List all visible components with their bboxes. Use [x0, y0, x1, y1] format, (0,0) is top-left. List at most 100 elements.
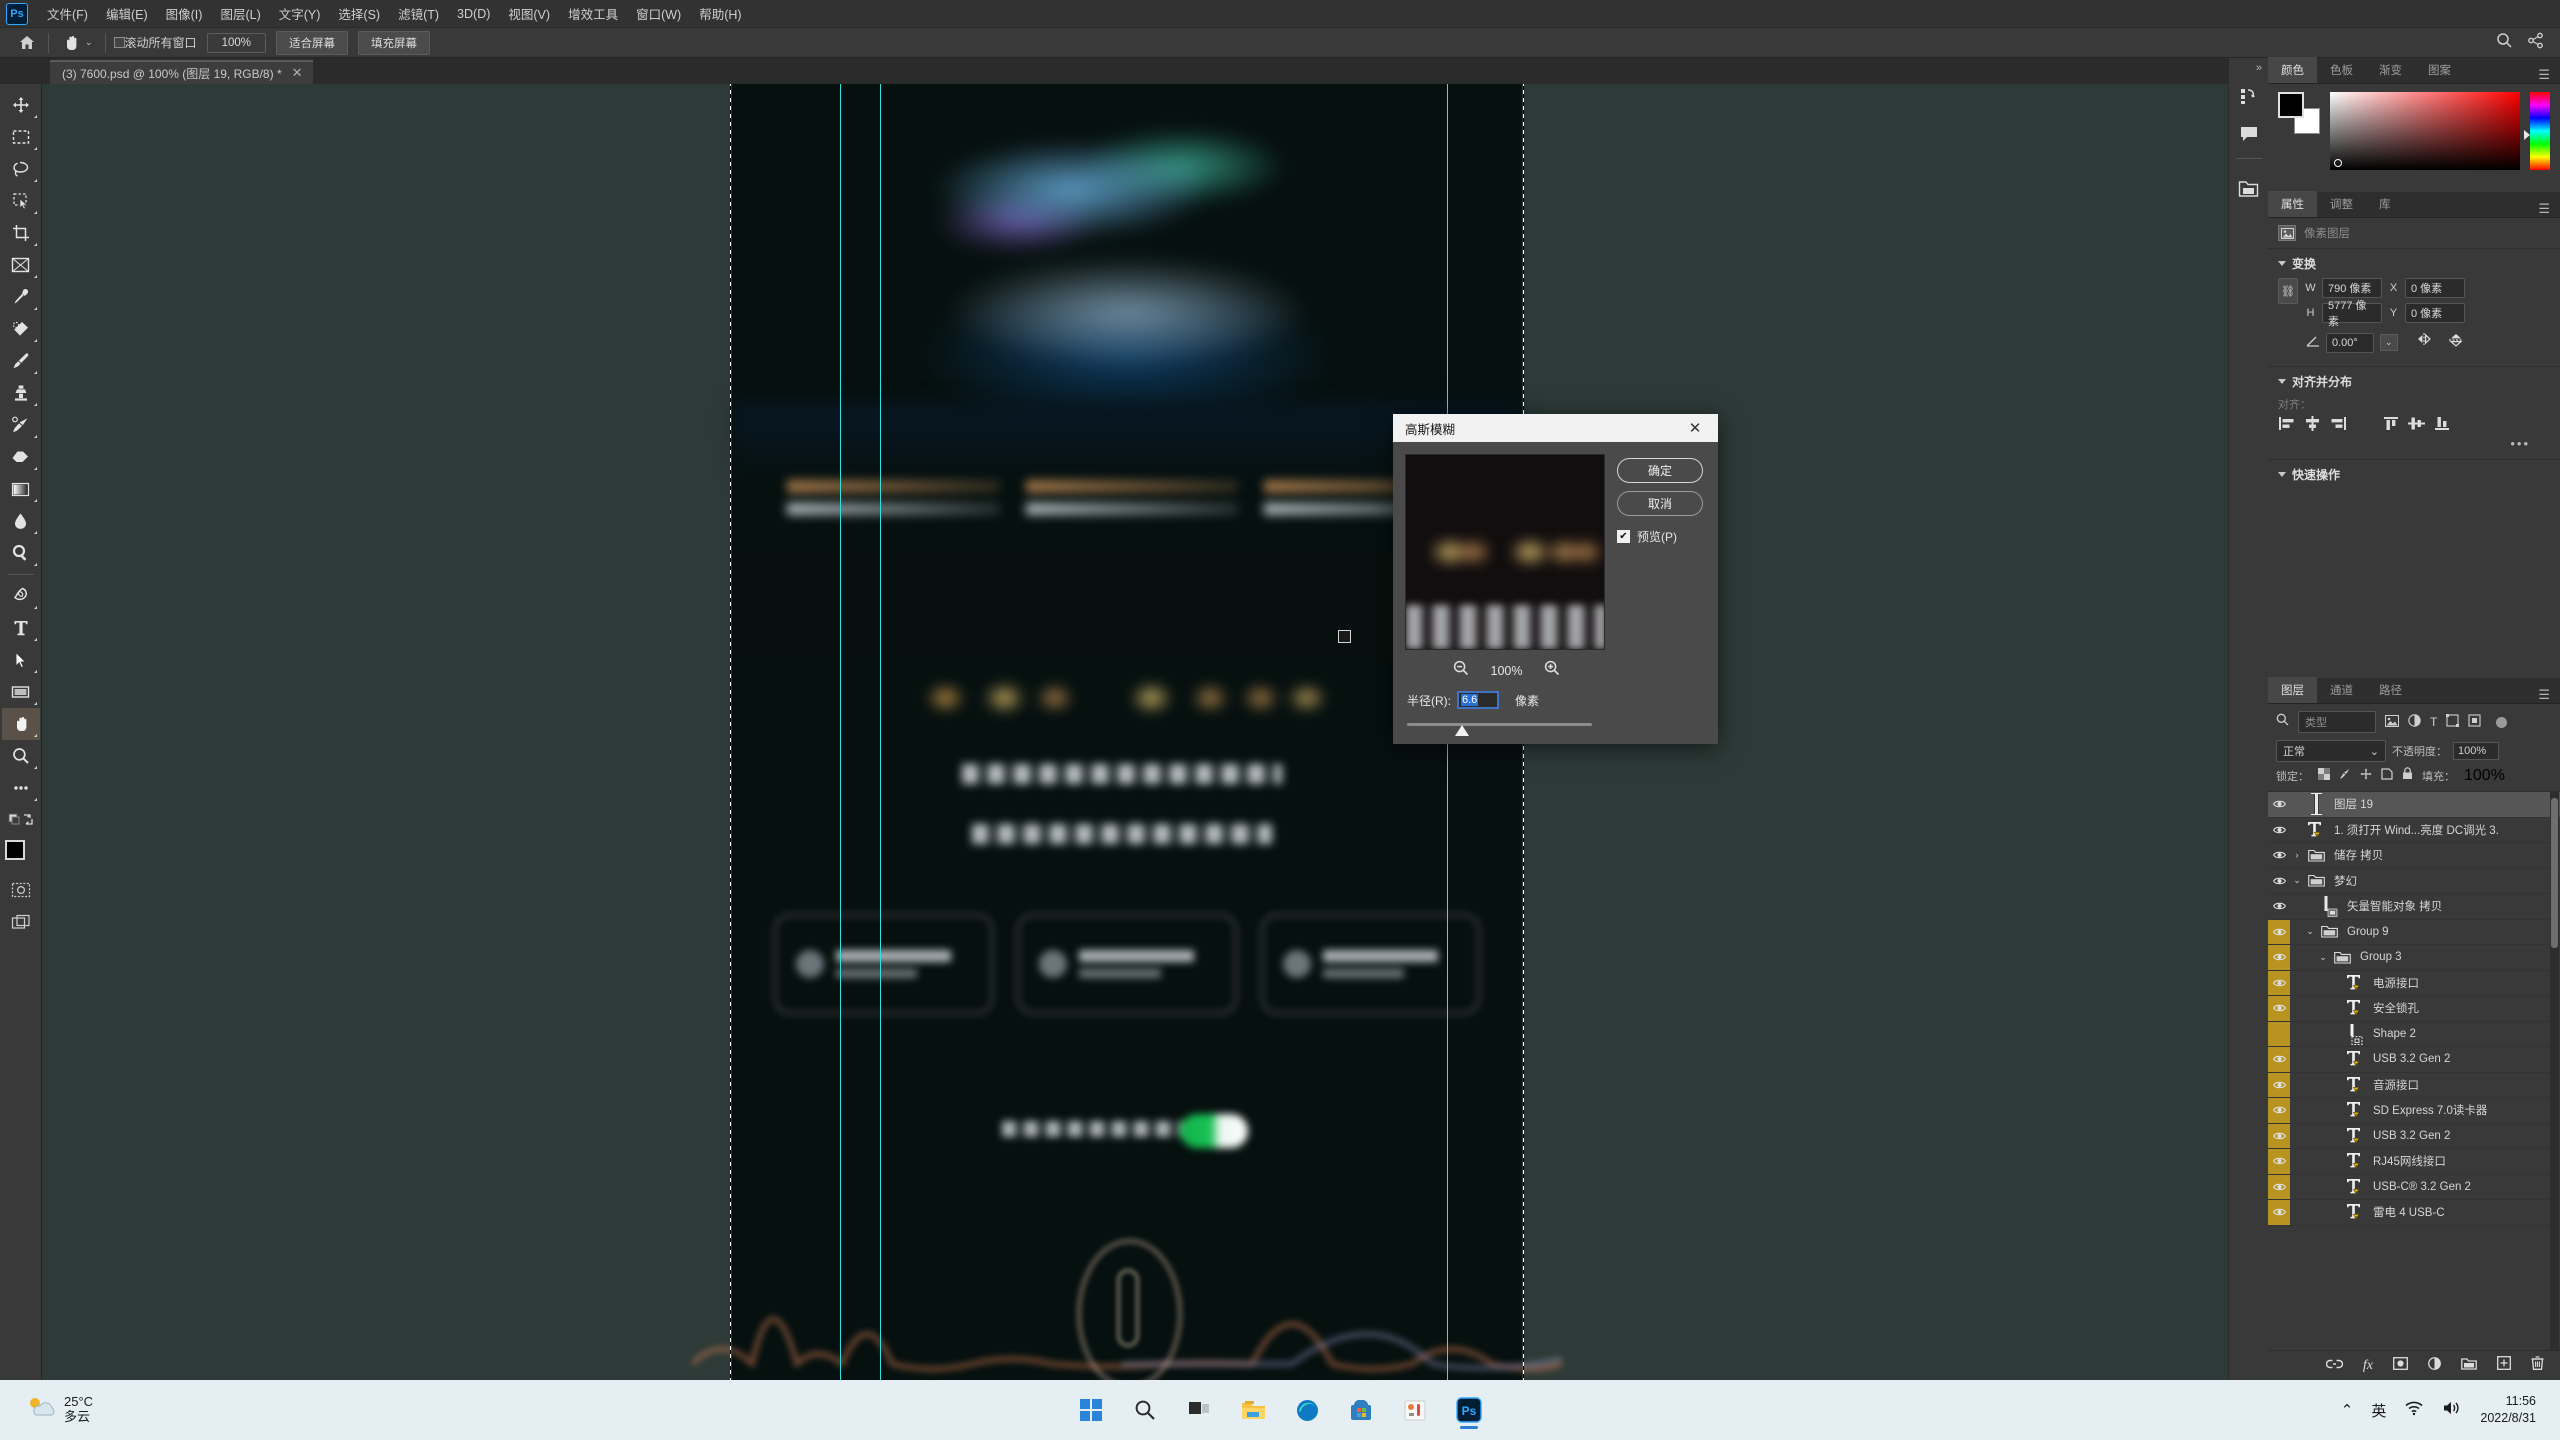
eraser-tool[interactable] — [2, 441, 40, 473]
layer-visibility-toggle[interactable] — [2268, 1072, 2290, 1097]
edit-toolbar-tool[interactable] — [2, 772, 40, 804]
home-button[interactable] — [14, 32, 40, 54]
clone-stamp-tool[interactable] — [2, 377, 40, 409]
edge-button[interactable] — [1287, 1390, 1327, 1430]
menu-file[interactable]: 文件(F) — [38, 0, 97, 27]
color-swatches[interactable] — [3, 840, 39, 874]
foreground-color-swatch[interactable] — [4, 840, 25, 860]
clock-widget[interactable]: 11:56 2022/8/31 — [2480, 1393, 2536, 1427]
quick-actions-title[interactable]: 快速操作 — [2278, 466, 2550, 483]
layer-style-icon[interactable]: fx — [2363, 1358, 2373, 1374]
layer-visibility-toggle[interactable] — [2268, 792, 2290, 817]
menu-window[interactable]: 窗口(W) — [627, 0, 690, 27]
layers-scrollbar[interactable] — [2550, 792, 2559, 1380]
lock-transparent-pixels-icon[interactable] — [2318, 767, 2330, 785]
rectangle-tool[interactable] — [2, 676, 40, 708]
dialog-title-bar[interactable]: 高斯模糊 ✕ — [1393, 414, 1718, 442]
align-more-options[interactable]: ••• — [2278, 436, 2550, 451]
menu-plugins[interactable]: 增效工具 — [559, 0, 627, 27]
tab-properties-属性[interactable]: 属性 — [2268, 191, 2317, 217]
radius-slider-knob[interactable] — [1455, 725, 1469, 736]
hand-tool[interactable] — [1, 708, 40, 740]
angle-field[interactable]: 0.00° — [2326, 332, 2374, 353]
layer-mask-icon[interactable] — [2393, 1356, 2408, 1375]
radius-slider[interactable] — [1407, 721, 1704, 741]
flip-horizontal-icon[interactable] — [2416, 332, 2434, 353]
link-dimensions-button[interactable]: ⛓ — [2278, 278, 2298, 304]
transform-section-title[interactable]: 变换 — [2278, 255, 2550, 272]
height-field[interactable]: 5777 像素 — [2322, 300, 2382, 328]
adjustment-filter-icon[interactable] — [2408, 714, 2421, 730]
libraries-icon[interactable] — [2233, 173, 2265, 205]
tab-color-颜色[interactable]: 颜色 — [2268, 57, 2317, 83]
y-field[interactable]: 0 像素 — [2405, 303, 2465, 323]
menu-help[interactable]: 帮助(H) — [690, 0, 750, 27]
align-bottom-icon[interactable] — [2434, 416, 2450, 436]
layer-visibility-toggle[interactable] — [2268, 869, 2290, 894]
lock-position-icon[interactable] — [2360, 767, 2372, 785]
layer-visibility-toggle[interactable] — [2268, 1123, 2290, 1148]
store-button[interactable] — [1341, 1390, 1381, 1430]
eyedropper-tool[interactable] — [2, 281, 40, 313]
align-section-title[interactable]: 对齐并分布 — [2278, 373, 2550, 390]
layer-visibility-toggle[interactable] — [2268, 1098, 2290, 1123]
crop-tool[interactable] — [2, 217, 40, 249]
align-left-icon[interactable] — [2278, 416, 2295, 436]
layer-row[interactable]: › 储存 拷贝 — [2268, 843, 2560, 869]
color-spectrum-field[interactable] — [2330, 92, 2520, 170]
close-icon[interactable]: ✕ — [1678, 414, 1712, 442]
task-view-button[interactable] — [1179, 1390, 1219, 1430]
properties-panel-menu-icon[interactable]: ☰ — [2538, 201, 2560, 217]
start-button[interactable] — [1071, 1390, 1111, 1430]
current-tool-hand-icon[interactable]: ⌄ — [57, 33, 97, 53]
color-panel[interactable] — [2268, 84, 2560, 192]
tab-color-色板[interactable]: 色板 — [2317, 57, 2366, 83]
zoom-in-icon[interactable] — [1544, 660, 1560, 681]
menu-type[interactable]: 文字(Y) — [270, 0, 330, 27]
layer-row[interactable]: 电源接口 — [2268, 970, 2560, 996]
menu-view[interactable]: 视图(V) — [499, 0, 559, 27]
menu-filter[interactable]: 滤镜(T) — [389, 0, 448, 27]
flip-vertical-icon[interactable] — [2448, 332, 2464, 353]
lock-artboard-icon[interactable] — [2381, 767, 2393, 785]
layer-row[interactable]: 安全锁孔 — [2268, 996, 2560, 1022]
search-button[interactable] — [1125, 1390, 1165, 1430]
layer-visibility-toggle[interactable] — [2268, 843, 2290, 868]
zoom-out-icon[interactable] — [1453, 660, 1469, 681]
zoom-tool[interactable] — [2, 740, 40, 772]
layer-visibility-toggle[interactable] — [2268, 919, 2290, 944]
preview-checkbox-row[interactable]: ✔ 预览(P) — [1617, 528, 1703, 545]
rectangular-marquee-tool[interactable] — [2, 121, 40, 153]
layer-row[interactable]: SD Express 7.0读卡器 — [2268, 1098, 2560, 1124]
fill-screen-button[interactable]: 填充屏幕 — [357, 30, 430, 55]
object-selection-tool[interactable] — [2, 185, 40, 217]
layer-visibility-toggle[interactable] — [2268, 945, 2290, 970]
layer-row[interactable]: 1. 须打开 Wind...亮度 DC调光 3. — [2268, 818, 2560, 843]
layer-visibility-toggle[interactable] — [2268, 818, 2290, 843]
smart-object-filter-icon[interactable] — [2468, 714, 2481, 730]
layer-visibility-toggle[interactable] — [2268, 1174, 2290, 1199]
ime-indicator[interactable]: 英 — [2371, 1400, 2386, 1421]
layer-visibility-toggle[interactable] — [2268, 1021, 2290, 1046]
layer-row[interactable]: 图层 19 — [2268, 792, 2560, 818]
screen-mode-icon[interactable] — [2, 906, 40, 938]
angle-dropdown-icon[interactable]: ⌄ — [2380, 334, 2398, 351]
weather-widget[interactable]: 25°C 多云 — [26, 1394, 93, 1426]
color-panel-menu-icon[interactable]: ☰ — [2538, 67, 2560, 83]
gradient-tool[interactable] — [2, 473, 40, 505]
shape-filter-icon[interactable] — [2446, 714, 2460, 730]
spot-healing-brush-tool[interactable] — [2, 313, 40, 345]
filter-toggle-icon[interactable] — [2496, 716, 2508, 728]
layer-list[interactable]: 图层 19 1. 须打开 Wind...亮度 DC调光 3. › 储存 拷贝 ⌄ 梦幻 矢量… — [2268, 792, 2560, 1380]
comment-icon[interactable] — [2233, 118, 2265, 150]
link-layers-icon[interactable] — [2325, 1357, 2344, 1375]
menu-select[interactable]: 选择(S) — [329, 0, 389, 27]
chevron-down-icon[interactable]: ⌄ — [2303, 926, 2317, 937]
layer-visibility-toggle[interactable] — [2268, 1149, 2290, 1174]
layer-row[interactable]: 音源接口 — [2268, 1072, 2560, 1098]
pixel-filter-icon[interactable] — [2385, 714, 2399, 730]
width-field[interactable]: 790 像素 — [2322, 278, 2382, 298]
layer-visibility-toggle[interactable] — [2268, 996, 2290, 1021]
history-icon[interactable] — [2233, 80, 2265, 112]
new-group-icon[interactable] — [2461, 1357, 2477, 1375]
